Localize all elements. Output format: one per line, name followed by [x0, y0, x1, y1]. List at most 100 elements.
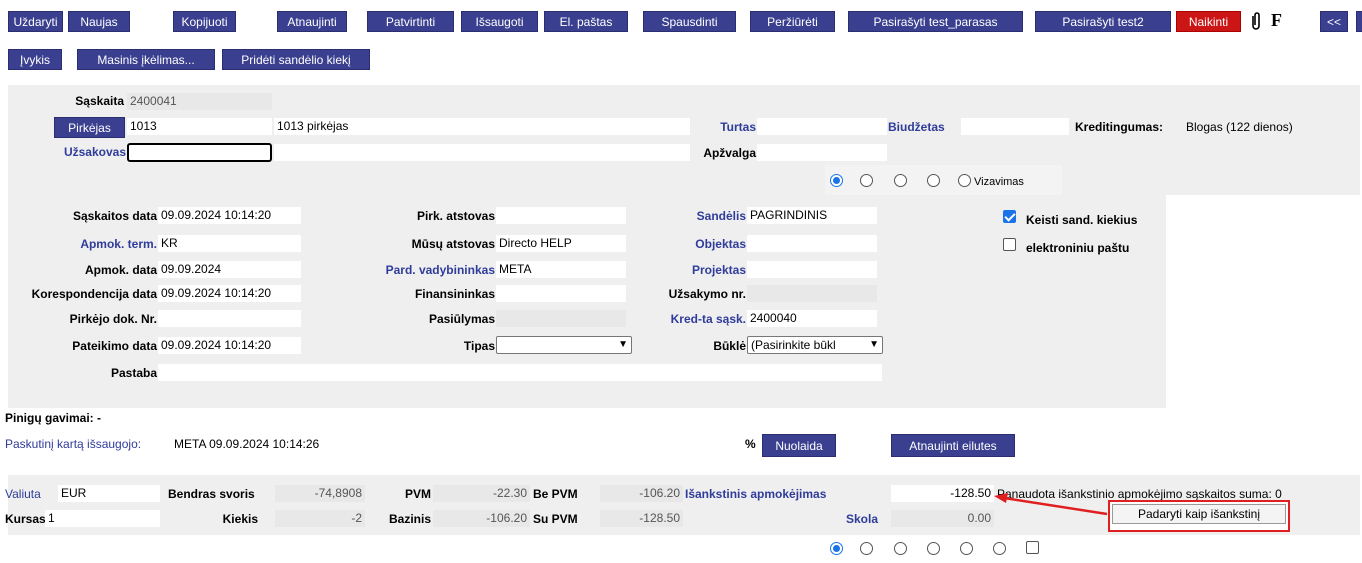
- discount-percent-field[interactable]: [700, 435, 742, 452]
- preview-button[interactable]: Peržiūrėti: [750, 11, 835, 32]
- pard-vadybininkas-field[interactable]: META: [496, 261, 626, 278]
- uzsakovas-field[interactable]: [127, 143, 272, 162]
- saskaita-label: Sąskaita: [75, 94, 124, 108]
- sign-test2-button[interactable]: Pasirašyti test2: [1035, 11, 1171, 32]
- tipas-select[interactable]: ▼: [496, 336, 632, 354]
- finansininkas-label: Finansininkas: [414, 287, 495, 301]
- status-radio-1[interactable]: [830, 174, 843, 187]
- projektas-field[interactable]: [747, 261, 877, 278]
- keisti-sand-checkbox[interactable]: [1003, 210, 1016, 223]
- valiuta-link[interactable]: Valiuta: [5, 487, 41, 501]
- kredta-field[interactable]: 2400040: [747, 310, 877, 327]
- status-radio-4[interactable]: [927, 174, 940, 187]
- sandelis-link[interactable]: Sandėlis: [640, 209, 746, 223]
- pastaba-field[interactable]: [158, 364, 882, 381]
- musu-atstovas-field[interactable]: Directo HELP: [496, 235, 626, 252]
- discount-button[interactable]: Nuolaida: [762, 434, 836, 457]
- pastaba-label: Pastaba: [110, 366, 157, 380]
- close-button[interactable]: Uždaryti: [8, 11, 63, 32]
- kiekis-field: -2: [275, 510, 365, 527]
- kursas-label: Kursas: [5, 512, 46, 526]
- valiuta-field[interactable]: EUR: [58, 485, 160, 502]
- elektroniniu-checkbox[interactable]: [1003, 238, 1016, 251]
- print-button[interactable]: Spausdinti: [643, 11, 736, 32]
- last-saved-value: META 09.09.2024 10:14:26: [174, 437, 320, 451]
- status-radio-3[interactable]: [894, 174, 907, 187]
- toolbar-overflow-button[interactable]: [1356, 11, 1362, 32]
- apmok-term-link[interactable]: Apmok. term.: [0, 237, 157, 251]
- pard-vadybininkas-link[interactable]: Pard. vadybininkas: [340, 263, 495, 277]
- apmok-term-field[interactable]: KR: [158, 235, 301, 252]
- turtas-field[interactable]: [757, 118, 887, 135]
- save-button[interactable]: Išsaugoti: [461, 11, 538, 32]
- saskaitos-data-field[interactable]: 09.09.2024 10:14:20: [158, 207, 301, 224]
- f-button[interactable]: F: [1271, 9, 1287, 31]
- biudzetas-link[interactable]: Biudžetas: [888, 120, 945, 134]
- pateikimo-label: Pateikimo data: [72, 339, 157, 353]
- skola-link[interactable]: Skola: [800, 512, 878, 526]
- invoice-number-field: 2400041: [127, 93, 272, 110]
- projektas-link[interactable]: Projektas: [640, 263, 746, 277]
- add-stock-quantity-button[interactable]: Pridėti sandėlio kiekį: [222, 49, 370, 70]
- status-radio-2[interactable]: [860, 174, 873, 187]
- footer-radio-3[interactable]: [894, 542, 907, 555]
- kredta-link[interactable]: Kred-ta sąsk.: [640, 312, 746, 326]
- uzsakovas-link[interactable]: Užsakovas: [50, 145, 126, 159]
- refresh-rows-button[interactable]: Atnaujinti eilutes: [891, 434, 1015, 457]
- bukle-value: (Pasirinkite būkl: [751, 338, 836, 352]
- saskaitos-data-label: Sąskaitos data: [72, 209, 157, 223]
- sandelis-field[interactable]: PAGRINDINIS: [747, 207, 877, 224]
- skola-field: 0.00: [891, 510, 994, 527]
- turtas-link[interactable]: Turtas: [690, 120, 756, 134]
- pateikimo-field[interactable]: 09.09.2024 10:14:20: [158, 337, 301, 354]
- sign-test-parasas-button[interactable]: Pasirašyti test_parasas: [848, 11, 1023, 32]
- su-pvm-label: Su PVM: [533, 512, 578, 526]
- apzvalga-field[interactable]: [757, 144, 887, 161]
- refresh-button[interactable]: Atnaujinti: [277, 11, 347, 32]
- event-button[interactable]: Įvykis: [8, 49, 62, 70]
- apmok-data-field[interactable]: 09.09.2024: [158, 261, 301, 278]
- isankstinis-field[interactable]: -128.50: [891, 485, 994, 502]
- footer-radio-2[interactable]: [860, 542, 873, 555]
- email-button[interactable]: El. paštas: [544, 11, 628, 32]
- musu-atstovas-label: Mūsų atstovas: [411, 237, 495, 251]
- copy-button[interactable]: Kopijuoti: [173, 11, 236, 32]
- finansininkas-field[interactable]: [496, 285, 626, 302]
- bazinis-field: -106.20: [433, 510, 530, 527]
- be-pvm-field: -106.20: [600, 485, 683, 502]
- vizavimas-label: Vizavimas: [974, 176, 1024, 188]
- objektas-link[interactable]: Objektas: [640, 237, 746, 251]
- footer-radio-5[interactable]: [960, 542, 973, 555]
- korespondencija-field[interactable]: 09.09.2024 10:14:20: [158, 285, 301, 302]
- mass-upload-button[interactable]: Masinis įkėlimas...: [77, 49, 215, 70]
- footer-radio-4[interactable]: [927, 542, 940, 555]
- buyer-button[interactable]: Pirkėjas: [54, 117, 125, 138]
- be-pvm-label: Be PVM: [533, 487, 578, 501]
- new-button[interactable]: Naujas: [68, 11, 130, 32]
- uzsakymo-field: [747, 285, 877, 302]
- pvm-field: -22.30: [433, 485, 530, 502]
- buyer-name-field[interactable]: 1013 pirkėjas: [274, 118, 690, 135]
- bukle-select[interactable]: (Pasirinkite būkl ▼: [747, 336, 883, 354]
- footer-radio-6[interactable]: [993, 542, 1006, 555]
- make-prepayment-button[interactable]: Padaryti kaip išankstinį: [1112, 504, 1286, 524]
- last-saved-link[interactable]: Paskutinį kartą išsaugojo:: [5, 437, 141, 451]
- su-pvm-field: -128.50: [600, 510, 683, 527]
- uzsakovas-name-field[interactable]: [274, 144, 690, 161]
- isankstinis-link[interactable]: Išankstinis apmokėjimas: [685, 487, 826, 501]
- pirk-atstovas-field[interactable]: [496, 207, 626, 224]
- kreditingumas-value: Blogas (122 dienos): [1186, 120, 1293, 134]
- objektas-field[interactable]: [747, 235, 877, 252]
- paperclip-icon[interactable]: [1249, 11, 1263, 32]
- buyer-code-field[interactable]: 1013: [127, 118, 272, 135]
- delete-button[interactable]: Naikinti: [1176, 11, 1241, 32]
- vizavimas-radio[interactable]: [958, 174, 971, 187]
- collapse-button[interactable]: <<: [1320, 11, 1348, 32]
- footer-checkbox[interactable]: [1026, 541, 1039, 554]
- biudzetas-field[interactable]: [961, 118, 1069, 135]
- kursas-field[interactable]: 1: [45, 510, 160, 527]
- confirm-button[interactable]: Patvirtinti: [367, 11, 454, 32]
- bazinis-label: Bazinis: [388, 512, 431, 526]
- footer-radio-1[interactable]: [830, 542, 843, 555]
- pirkejo-dok-field[interactable]: [158, 310, 301, 327]
